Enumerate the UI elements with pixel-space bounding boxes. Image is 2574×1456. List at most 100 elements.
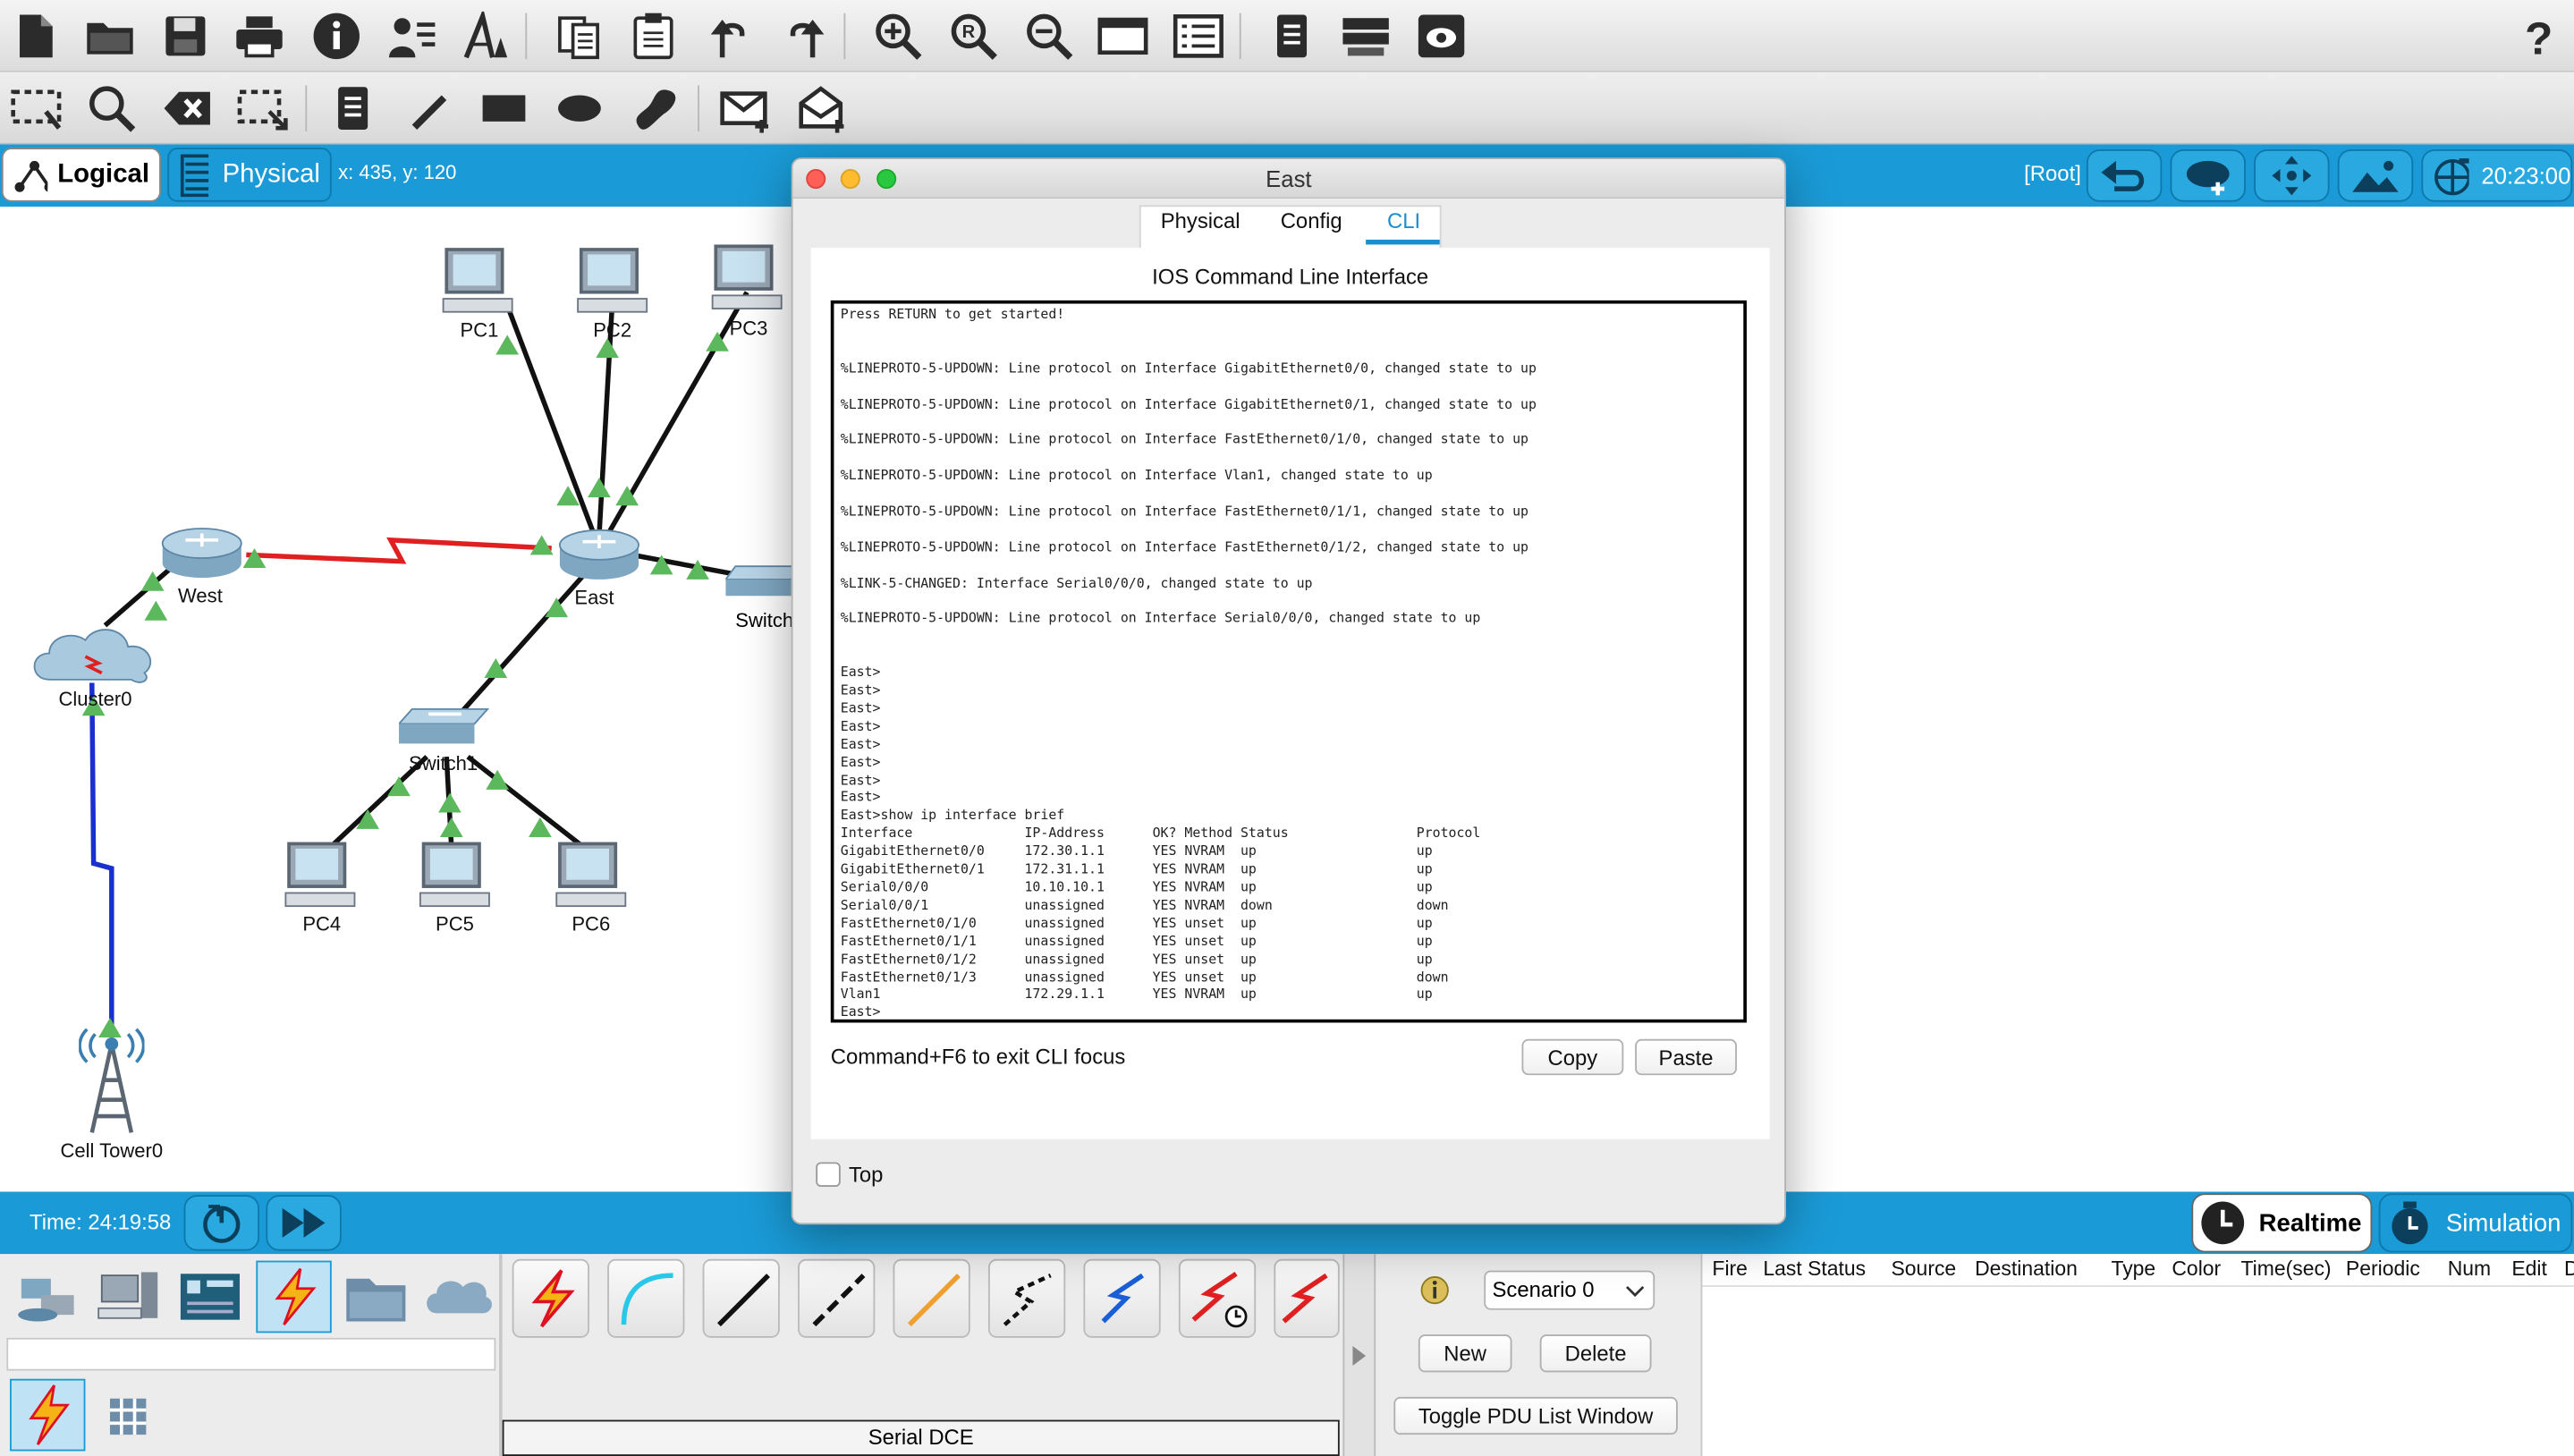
undo-icon[interactable] <box>703 8 758 63</box>
tab-cli[interactable]: CLI <box>1387 208 1420 233</box>
move-object-button[interactable] <box>2254 149 2330 202</box>
zoom-reset-icon[interactable]: R <box>945 8 1001 63</box>
inspect-icon[interactable] <box>84 80 140 136</box>
logical-mode-button[interactable]: Logical <box>1 148 161 202</box>
power-cycle-button[interactable] <box>183 1195 260 1251</box>
info-icon[interactable] <box>309 8 364 63</box>
freeform-icon[interactable] <box>627 80 682 136</box>
col-time[interactable]: Time(sec) <box>2240 1257 2331 1281</box>
simple-pdu-icon[interactable] <box>719 80 775 136</box>
device-list-icon[interactable] <box>1338 8 1393 63</box>
custom-pdu-icon[interactable] <box>458 8 513 63</box>
rectangle-icon[interactable] <box>476 80 531 136</box>
complex-pdu-icon[interactable] <box>794 80 850 136</box>
col-color[interactable]: Color <box>2172 1257 2221 1281</box>
cli-terminal[interactable]: Press RETURN to get started! %LINEPROTO-… <box>830 300 1747 1023</box>
col-num[interactable]: Num <box>2448 1257 2491 1281</box>
close-window-icon[interactable] <box>806 169 826 190</box>
note-icon[interactable] <box>325 80 380 136</box>
delete-icon[interactable] <box>159 80 215 136</box>
notes-icon[interactable] <box>1264 8 1319 63</box>
resize-icon[interactable] <box>234 80 290 136</box>
device-search-field[interactable] <box>6 1337 496 1371</box>
new-cluster-button[interactable] <box>2170 149 2246 202</box>
col-source[interactable]: Source <box>1891 1257 1956 1281</box>
multiuser-icon[interactable] <box>420 1261 495 1333</box>
col-destination[interactable]: Destination <box>1975 1257 2078 1281</box>
components-icon[interactable] <box>173 1261 248 1333</box>
pc4-device-icon[interactable] <box>283 841 365 913</box>
panel-splitter[interactable] <box>1342 1254 1376 1456</box>
serial-dce-icon[interactable] <box>1178 1258 1257 1338</box>
col-delete[interactable]: D <box>2564 1257 2574 1281</box>
back-button[interactable] <box>2086 149 2163 202</box>
switch1-device-icon[interactable] <box>399 703 491 752</box>
pc1-device-icon[interactable] <box>440 246 522 318</box>
connections-icon[interactable] <box>256 1260 332 1333</box>
pc6-device-icon[interactable] <box>554 841 636 913</box>
toggle-pdu-list-button[interactable]: Toggle PDU List Window <box>1393 1396 1678 1435</box>
maximize-window-icon[interactable] <box>876 169 897 190</box>
copper-straight-icon[interactable] <box>702 1258 780 1338</box>
zoom-in-icon[interactable] <box>870 8 926 63</box>
paste-button[interactable]: Paste <box>1635 1038 1737 1076</box>
select-icon[interactable] <box>8 80 64 136</box>
pc5-device-icon[interactable] <box>417 841 499 913</box>
tab-physical[interactable]: Physical <box>1161 208 1240 233</box>
simulation-mode-button[interactable]: Simulation <box>2378 1193 2573 1253</box>
redo-icon[interactable] <box>776 8 832 63</box>
copper-cross-icon[interactable] <box>798 1258 876 1338</box>
pc2-device-icon[interactable] <box>574 246 656 318</box>
col-periodic[interactable]: Periodic <box>2346 1257 2420 1281</box>
col-type[interactable]: Type <box>2111 1257 2155 1281</box>
new-scenario-button[interactable]: New <box>1418 1334 1512 1373</box>
custom-devices-icon[interactable] <box>1171 8 1226 63</box>
miscellaneous-icon[interactable] <box>338 1261 413 1333</box>
copy-icon[interactable] <box>552 8 607 63</box>
pc3-device-icon[interactable] <box>709 243 792 316</box>
network-devices-icon[interactable] <box>10 1261 85 1333</box>
open-folder-icon[interactable] <box>82 8 138 63</box>
col-edit[interactable]: Edit <box>2511 1257 2547 1281</box>
scenario-info-icon[interactable] <box>1418 1274 1452 1307</box>
west-router-icon[interactable] <box>157 523 246 582</box>
realtime-mode-button[interactable]: Realtime <box>2191 1193 2373 1253</box>
minimize-window-icon[interactable] <box>840 169 860 190</box>
drawing-palette-icon[interactable] <box>1095 8 1150 63</box>
root-breadcrumb[interactable]: [Root] <box>2024 161 2081 186</box>
pencil-icon[interactable] <box>401 80 456 136</box>
physical-mode-button[interactable]: Physical <box>167 148 332 202</box>
serial-dte-icon[interactable] <box>1274 1258 1340 1338</box>
automatic-connection-icon[interactable] <box>512 1258 589 1338</box>
tab-config[interactable]: Config <box>1281 208 1342 233</box>
scenario-select[interactable]: Scenario 0 <box>1484 1270 1655 1310</box>
window-title-bar[interactable]: East <box>792 159 1785 199</box>
network-info-icon[interactable] <box>1413 8 1469 63</box>
top-checkbox[interactable] <box>816 1162 841 1187</box>
console-cable-icon[interactable] <box>607 1258 685 1338</box>
new-file-icon[interactable] <box>8 8 64 63</box>
east-router-icon[interactable] <box>555 525 643 584</box>
print-icon[interactable] <box>232 8 287 63</box>
viewport-clock-button[interactable]: 20:23:00 <box>2421 149 2573 202</box>
activity-wizard-icon[interactable] <box>385 8 440 63</box>
delete-scenario-button[interactable]: Delete <box>1539 1334 1652 1373</box>
copy-button[interactable]: Copy <box>1521 1038 1624 1076</box>
coaxial-cable-icon[interactable] <box>1083 1258 1161 1338</box>
cluster-cloud-icon[interactable] <box>30 623 161 689</box>
col-fire[interactable]: Fire <box>1712 1257 1748 1281</box>
col-last-status[interactable]: Last Status <box>1763 1257 1866 1281</box>
help-icon[interactable]: ? <box>2511 8 2567 63</box>
fast-forward-button[interactable] <box>266 1195 342 1251</box>
cell-tower-icon[interactable] <box>79 1028 145 1136</box>
save-icon[interactable] <box>157 8 213 63</box>
paste-icon[interactable] <box>625 8 681 63</box>
end-devices-icon[interactable] <box>90 1261 165 1333</box>
zoom-out-icon[interactable] <box>1021 8 1077 63</box>
ellipse-icon[interactable] <box>552 80 607 136</box>
grid-view-icon[interactable] <box>102 1392 155 1441</box>
phone-cable-icon[interactable] <box>987 1258 1066 1338</box>
set-background-button[interactable] <box>2337 149 2414 202</box>
connections-subcategory-icon[interactable] <box>10 1378 86 1452</box>
fiber-icon[interactable] <box>893 1258 970 1338</box>
